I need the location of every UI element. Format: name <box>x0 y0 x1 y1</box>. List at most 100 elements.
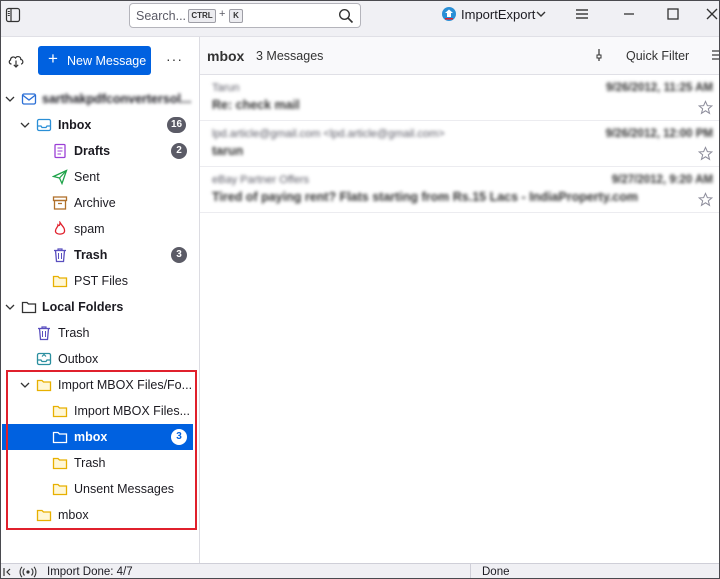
import-export-addon-icon[interactable] <box>441 6 457 22</box>
folder-label: Trash <box>74 248 108 262</box>
message-date: 9/26/2012, 11:25 AM <box>606 82 713 94</box>
folder-label: Unsent Messages <box>74 482 175 496</box>
archive-icon <box>52 196 68 210</box>
sidebar-item-outbox[interactable]: Outbox <box>1 346 200 372</box>
outbox-icon <box>36 352 52 366</box>
unread-badge: 16 <box>167 117 187 133</box>
sent-icon <box>52 169 68 185</box>
folder-icon <box>36 379 52 392</box>
sidebar-item-sent[interactable]: Sent <box>1 164 200 190</box>
search-placeholder: Search... <box>136 9 187 23</box>
status-bar: Import Done: 4/7 Done <box>1 563 719 578</box>
folder-label: PST Files <box>74 274 128 288</box>
folder-label: mbox <box>74 430 108 444</box>
sidebar-item-unsent-messages[interactable]: Unsent Messages <box>1 476 200 502</box>
folder-label: Local Folders <box>42 300 124 314</box>
sidebar-item-spam[interactable]: spam <box>1 216 200 242</box>
search-icon[interactable] <box>338 8 354 24</box>
chevron-down-icon[interactable] <box>20 380 30 390</box>
online-status-icon[interactable] <box>19 566 37 578</box>
folder-icon <box>36 509 52 522</box>
folder-label: Sent <box>74 170 100 184</box>
chevron-down-icon[interactable] <box>5 302 15 312</box>
message-sender: lpd.article@gmail.com <lpd.article@gmail… <box>212 128 445 140</box>
unread-badge: 3 <box>171 247 187 263</box>
k-key-hint: K <box>229 9 243 23</box>
status-divider <box>470 564 471 578</box>
sidebar-item-trash[interactable]: Trash 3 <box>1 242 200 268</box>
message-row[interactable]: Tarun Re: check mail 9/26/2012, 11:25 AM <box>200 75 719 121</box>
app-window: Search... CTRL + K ImportExport + New Me… <box>0 0 720 579</box>
account-row[interactable]: sarthakpdfconvertersol... <box>1 86 200 112</box>
chevron-down-icon[interactable] <box>20 120 30 130</box>
mail-account-icon <box>21 93 37 105</box>
unread-badge: 2 <box>171 143 187 159</box>
minimize-icon[interactable] <box>621 6 637 22</box>
app-menu-icon[interactable] <box>574 6 590 22</box>
unread-badge: 3 <box>171 429 187 445</box>
message-list-pane: mbox 3 Messages Quick Filter Tarun Re: c… <box>200 37 719 563</box>
spam-flame-icon <box>54 221 66 235</box>
folder-icon <box>52 431 68 444</box>
folder-label: Trash <box>74 456 106 470</box>
new-message-button[interactable]: + New Message <box>38 46 151 75</box>
quick-filter-icon[interactable] <box>596 48 608 62</box>
sidebar-item-mbox-selected[interactable]: mbox 3 <box>2 424 193 450</box>
import-export-label[interactable]: ImportExport <box>461 7 535 22</box>
message-subject: tarun <box>212 144 244 158</box>
chevron-down-icon[interactable] <box>536 10 546 18</box>
title-bar: Search... CTRL + K ImportExport <box>1 1 719 37</box>
folder-label: Outbox <box>58 352 99 366</box>
folder-label: Import MBOX Files... <box>74 404 190 418</box>
sidebar-item-import-mbox-parent[interactable]: Import MBOX Files/Fo... <box>1 372 200 398</box>
message-sender: eBay Partner Offers <box>212 174 310 186</box>
account-name: sarthakpdfconvertersol... <box>42 92 192 106</box>
more-options-button[interactable]: ··· <box>166 51 183 67</box>
folder-label: Trash <box>58 326 90 340</box>
folder-label: Import MBOX Files/Fo... <box>58 378 193 392</box>
close-icon[interactable] <box>704 6 720 22</box>
ctrl-key-hint: CTRL <box>188 9 216 23</box>
sidebar-item-drafts[interactable]: Drafts 2 <box>1 138 200 164</box>
sidebar-item-local-trash[interactable]: Trash <box>1 320 200 346</box>
current-folder-name: mbox <box>207 48 245 64</box>
sidebar-item-import-mbox-child[interactable]: Import MBOX Files... <box>1 398 200 424</box>
star-icon[interactable] <box>698 146 713 161</box>
sidebar-item-import-trash[interactable]: Trash <box>1 450 200 476</box>
maximize-icon[interactable] <box>665 6 681 22</box>
folder-icon <box>52 457 68 470</box>
plus-icon: + <box>48 49 58 68</box>
sidebar-item-inbox[interactable]: Inbox 16 <box>1 112 200 138</box>
folder-icon <box>52 275 68 288</box>
message-sender: Tarun <box>212 82 240 94</box>
status-done: Done <box>482 566 510 578</box>
folder-label: Archive <box>74 196 116 210</box>
star-icon[interactable] <box>698 100 713 115</box>
message-date: 9/27/2012, 9:20 AM <box>611 174 713 186</box>
chevron-down-icon[interactable] <box>5 94 15 104</box>
message-list-header: mbox 3 Messages Quick Filter <box>200 37 719 75</box>
message-subject: Re: check mail <box>212 98 300 112</box>
sidebar-item-archive[interactable]: Archive <box>1 190 200 216</box>
message-date: 9/26/2012, 12:00 PM <box>605 128 713 140</box>
folder-label: Inbox <box>58 118 92 132</box>
key-plus: + <box>219 8 226 20</box>
folder-label: Drafts <box>74 144 111 158</box>
quick-filter-button[interactable]: Quick Filter <box>626 49 689 63</box>
folder-icon <box>52 483 68 496</box>
sidebar-item-local-folders[interactable]: Local Folders <box>1 294 200 320</box>
list-menu-icon[interactable] <box>712 49 720 61</box>
collapse-arrow-icon[interactable] <box>3 567 13 577</box>
folder-pane: + New Message ··· sarthakpdfconvertersol… <box>1 37 200 563</box>
message-row[interactable]: lpd.article@gmail.com <lpd.article@gmail… <box>200 121 719 167</box>
search-input[interactable]: Search... CTRL + K <box>129 3 361 28</box>
sidebar-toggle-icon[interactable] <box>5 7 21 23</box>
trash-icon <box>54 248 66 263</box>
get-messages-icon[interactable] <box>7 53 25 69</box>
sidebar-item-mbox[interactable]: mbox <box>1 502 200 528</box>
sidebar-item-pst-files[interactable]: PST Files <box>1 268 200 294</box>
inbox-icon <box>36 118 52 132</box>
star-icon[interactable] <box>698 192 713 207</box>
message-row[interactable]: eBay Partner Offers Tired of paying rent… <box>200 167 719 213</box>
folder-label: mbox <box>58 508 89 522</box>
